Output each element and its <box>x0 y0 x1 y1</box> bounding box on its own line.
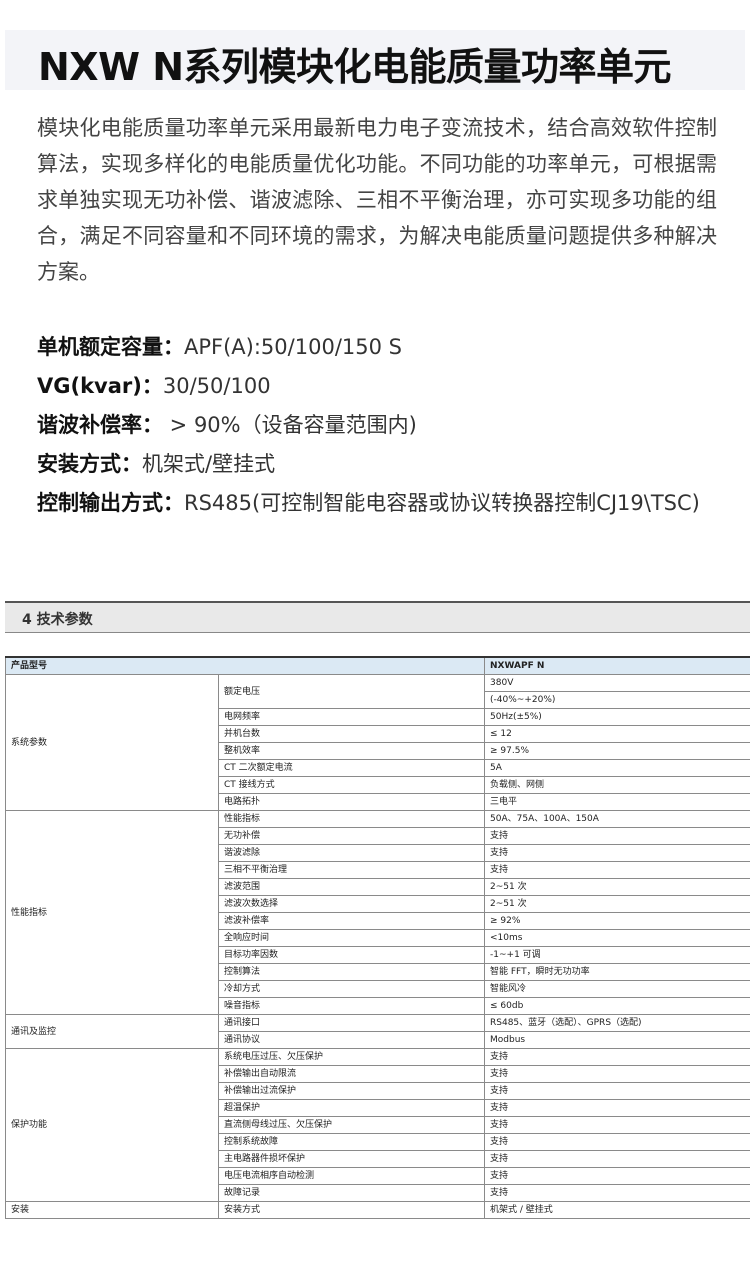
item-cell: 目标功率因数 <box>217 946 486 964</box>
spec-value: APF(A):50/100/150 S <box>184 335 402 359</box>
spec-value: > 90%（设备容量范围内) <box>163 413 417 437</box>
item-cell: 冷却方式 <box>217 980 486 998</box>
item-cell: 补偿输出自动限流 <box>217 1065 486 1083</box>
value-cell: ≤ 12 <box>484 725 750 743</box>
value-cell: 支持 <box>484 1150 750 1168</box>
item-cell: 直流侧母线过压、欠压保护 <box>217 1116 486 1134</box>
value-cell: 智能风冷 <box>484 980 750 998</box>
value-cell: 50A、75A、100A、150A <box>484 810 750 828</box>
table-row: 系统参数 额定电压 380V <box>5 674 750 811</box>
item-cell: 安装方式 <box>217 1201 486 1219</box>
item-cell: 滤波补偿率 <box>217 912 486 930</box>
spec-list: 单机额定容量：APF(A):50/100/150 S VG(kvar)：30/5… <box>37 328 717 523</box>
item-cell: 滤波范围 <box>217 878 486 896</box>
category-cell: 系统参数 <box>5 674 219 811</box>
item-cell: 全响应时间 <box>217 929 486 947</box>
table-row: 性能指标 性能指标 50A、75A、100A、150A <box>5 810 750 1015</box>
item-cell: 谐波滤除 <box>217 844 486 862</box>
header-model-value: NXWAPF N <box>484 656 750 675</box>
item-cell: 三相不平衡治理 <box>217 861 486 879</box>
tech-params-table: 产品型号 NXWAPF N 系统参数 额定电压 380V (-40%~+20%) 电网频… <box>4 656 750 1219</box>
value-cell: 支持 <box>484 1099 750 1117</box>
value-cell: RS485、蓝牙（选配）、GPRS（选配) <box>484 1014 750 1032</box>
item-cell: 整机效率 <box>217 742 486 760</box>
spec-value: 机架式/壁挂式 <box>142 452 276 476</box>
item-cell: 系统电压过压、欠压保护 <box>217 1048 486 1066</box>
value-cell: 50Hz(±5%) <box>484 708 750 726</box>
item-cell: 噪音指标 <box>217 997 486 1015</box>
item-cell: CT 二次额定电流 <box>217 759 486 777</box>
value-cell: 2~51 次 <box>484 895 750 913</box>
value-cell: 支持 <box>484 1048 750 1066</box>
spec-vg: VG(kvar)：30/50/100 <box>37 367 717 406</box>
value-cell: ≤ 60db <box>484 997 750 1015</box>
spec-harmonic-rate: 谐波补偿率： > 90%（设备容量范围内) <box>37 406 717 445</box>
item-cell: 并机台数 <box>217 725 486 743</box>
value-cell: 三电平 <box>484 793 750 811</box>
value-cell: Modbus <box>484 1031 750 1049</box>
item-cell: 通讯接口 <box>217 1014 486 1032</box>
item-cell: 主电路器件损坏保护 <box>217 1150 486 1168</box>
intro-paragraph: 模块化电能质量功率单元采用最新电力电子变流技术，结合高效软件控制算法，实现多样化… <box>37 116 717 284</box>
value-cell: (-40%~+20%) <box>484 691 750 709</box>
item-cell: 滤波次数选择 <box>217 895 486 913</box>
value-cell: 2~51 次 <box>484 878 750 896</box>
table-header-row: 产品型号 NXWAPF N <box>4 656 750 675</box>
spec-rated-capacity: 单机额定容量：APF(A):50/100/150 S <box>37 328 717 367</box>
value-cell: 智能 FFT，瞬时无功功率 <box>484 963 750 981</box>
spec-label: 单机额定容量： <box>37 335 184 359</box>
item-cell: 控制系统故障 <box>217 1133 486 1151</box>
value-cell: 支持 <box>484 827 750 845</box>
value-cell: 5A <box>484 759 750 777</box>
value-cell: 支持 <box>484 1082 750 1100</box>
table-body: 产品型号 NXWAPF N 系统参数 额定电压 380V (-40%~+20%) 电网频… <box>4 656 750 1219</box>
item-cell: 补偿输出过流保护 <box>217 1082 486 1100</box>
section-title: 4 技术参数 <box>22 612 93 628</box>
item-cell: 电网频率 <box>217 708 486 726</box>
item-cell: 通讯协议 <box>217 1031 486 1049</box>
table-row: 安装 安装方式 机架式 / 壁挂式 <box>5 1201 750 1219</box>
header-model-label: 产品型号 <box>4 656 486 675</box>
table-row: 保护功能 系统电压过压、欠压保护 支持 <box>5 1048 750 1202</box>
value-cell: ≥ 97.5% <box>484 742 750 760</box>
value-cell: ≥ 92% <box>484 912 750 930</box>
spec-label: VG(kvar)： <box>37 374 163 398</box>
value-cell: 支持 <box>484 844 750 862</box>
item-cell: 控制算法 <box>217 963 486 981</box>
spec-value: RS485(可控制智能电容器或协议转换器控制CJ19\TSC) <box>184 491 700 515</box>
category-cell: 安装 <box>5 1201 219 1219</box>
category-cell: 通讯及监控 <box>5 1014 219 1049</box>
category-cell: 性能指标 <box>5 810 219 1015</box>
page-title: NXW N系列模块化电能质量功率单元 <box>38 45 672 89</box>
value-cell: 支持 <box>484 1116 750 1134</box>
item-cell: 电路拓扑 <box>217 793 486 811</box>
section-header: 4 技术参数 <box>5 601 750 633</box>
value-cell: 支持 <box>484 1065 750 1083</box>
spec-label: 控制输出方式： <box>37 491 184 515</box>
value-cell: 支持 <box>484 861 750 879</box>
item-cell: 性能指标 <box>217 810 486 828</box>
item-cell: 电压电流相序自动检测 <box>217 1167 486 1185</box>
spec-value: 30/50/100 <box>162 374 271 398</box>
value-cell: 支持 <box>484 1184 750 1202</box>
spec-label: 谐波补偿率： <box>37 413 163 437</box>
item-cell: CT 接线方式 <box>217 776 486 794</box>
spec-label: 安装方式： <box>37 452 142 476</box>
item-cell: 故障记录 <box>217 1184 486 1202</box>
item-cell: 无功补偿 <box>217 827 486 845</box>
value-cell: 机架式 / 壁挂式 <box>484 1201 750 1219</box>
value-cell: <10ms <box>484 929 750 947</box>
item-cell: 超温保护 <box>217 1099 486 1117</box>
table-row: 通讯及监控 通讯接口 RS485、蓝牙（选配）、GPRS（选配) <box>5 1014 750 1049</box>
item-cell: 额定电压 <box>217 674 486 709</box>
value-cell: 负载侧、网侧 <box>484 776 750 794</box>
value-cell: 支持 <box>484 1133 750 1151</box>
value-cell: -1~+1 可调 <box>484 946 750 964</box>
category-cell: 保护功能 <box>5 1048 219 1202</box>
value-cell: 380V <box>484 674 750 692</box>
value-cell: 支持 <box>484 1167 750 1185</box>
spec-install: 安装方式：机架式/壁挂式 <box>37 445 717 484</box>
spec-control-output: 控制输出方式：RS485(可控制智能电容器或协议转换器控制CJ19\TSC) <box>37 484 717 523</box>
